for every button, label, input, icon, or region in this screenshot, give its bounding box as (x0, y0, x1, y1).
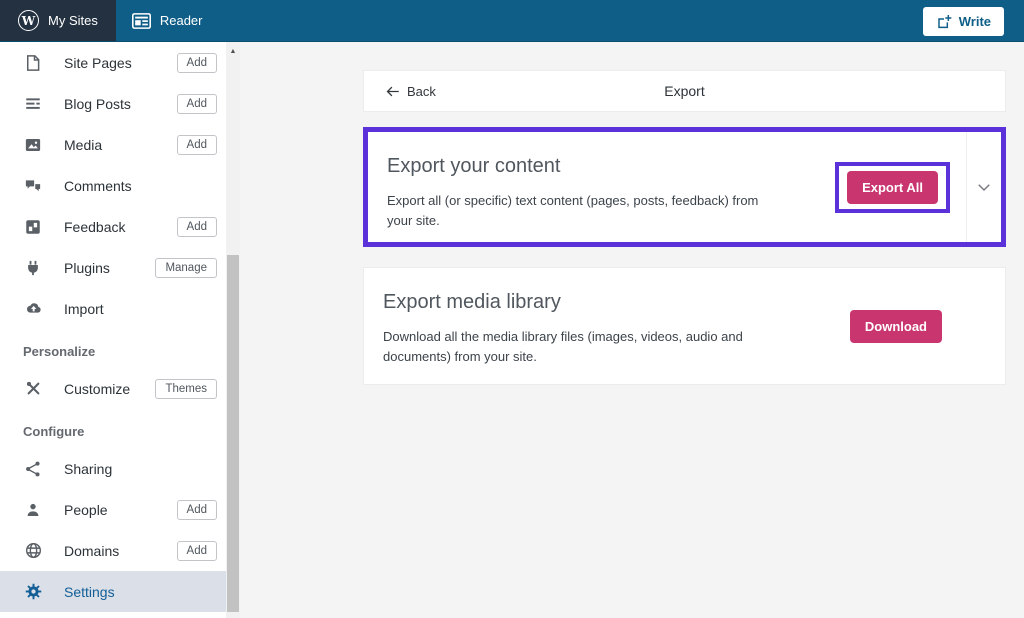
add-domain-button[interactable]: Add (176, 540, 217, 561)
sidebar-item-feedback[interactable]: Feedback Add (0, 206, 226, 247)
person-icon (23, 500, 43, 520)
sidebar-item-label: Media (64, 136, 103, 153)
sidebar-item-label: Domains (64, 542, 120, 559)
plugin-icon (23, 258, 43, 278)
sidebar-section-configure: Configure (23, 424, 85, 439)
export-content-text: Export your content Export all (or speci… (368, 132, 835, 242)
sidebar-item-customize[interactable]: Customize Themes (0, 368, 226, 409)
sidebar-scrollbar[interactable]: ▲ (226, 42, 240, 618)
export-content-actions: Export All (835, 132, 1001, 242)
sidebar-item-settings[interactable]: Settings (0, 571, 226, 612)
sidebar-item-import[interactable]: Import (0, 288, 226, 329)
reader-label: Reader (159, 13, 203, 28)
posts-icon (23, 94, 43, 114)
sidebar-item-label: Feedback (64, 218, 126, 235)
scrollbar-thumb[interactable] (227, 255, 239, 612)
wordpress-logo-icon: W (18, 10, 39, 31)
export-all-button[interactable]: Export All (847, 170, 938, 204)
chevron-down-icon (975, 178, 993, 196)
add-blog-post-button[interactable]: Add (176, 93, 217, 114)
page-title: Export (664, 83, 705, 99)
sidebar-item-label: Comments (64, 177, 132, 194)
globe-icon (23, 541, 43, 561)
back-arrow-icon (385, 84, 400, 99)
manage-plugins-button[interactable]: Manage (155, 257, 217, 278)
export-content-annotation-box: Export your content Export all (or speci… (363, 127, 1006, 247)
write-button[interactable]: Write (922, 7, 1004, 36)
sidebar-item-sharing[interactable]: Sharing (0, 448, 226, 489)
share-icon (23, 459, 43, 479)
sidebar-section-personalize: Personalize (23, 344, 96, 359)
scrollbar-up-arrow[interactable]: ▲ (226, 45, 240, 57)
comments-icon (23, 176, 43, 196)
download-button[interactable]: Download (849, 309, 942, 343)
export-content-description: Export all (or specific) text content (p… (387, 193, 759, 229)
sidebar-item-media[interactable]: Media Add (0, 124, 226, 165)
export-media-title: Export media library (383, 291, 561, 313)
masthead: W My Sites Reader Write (0, 0, 1024, 42)
export-media-description: Download all the media library files (im… (383, 329, 743, 365)
create-post-icon (936, 14, 952, 30)
reader-icon (131, 12, 151, 29)
sidebar-item-comments[interactable]: Comments (0, 165, 226, 206)
export-content-card: Export your content Export all (or speci… (368, 132, 1001, 242)
back-label: Back (407, 83, 436, 99)
sidebar-item-plugins[interactable]: Plugins Manage (0, 247, 226, 288)
write-label: Write (958, 14, 991, 29)
export-all-annotation-box: Export All (835, 161, 950, 213)
tab-reader[interactable]: Reader (116, 0, 219, 41)
export-media-text: Export media library Download all the me… (364, 268, 850, 384)
sidebar-item-label: People (64, 501, 108, 518)
feedback-icon (23, 217, 43, 237)
media-icon (23, 135, 43, 155)
my-sites-label: My Sites (48, 13, 98, 28)
wordpress-admin: W My Sites Reader Write Site Pages Add B… (0, 0, 1024, 618)
sidebar-item-label: Settings (64, 583, 115, 600)
back-button[interactable]: Back (364, 84, 436, 99)
export-media-card: Export media library Download all the me… (363, 267, 1006, 385)
themes-button[interactable]: Themes (155, 378, 217, 399)
tab-my-sites[interactable]: W My Sites (0, 0, 116, 41)
sidebar-item-people[interactable]: People Add (0, 489, 226, 530)
sidebar-item-label: Blog Posts (64, 95, 131, 112)
sidebar: Site Pages Add Blog Posts Add Media Add … (0, 42, 226, 618)
add-site-page-button[interactable]: Add (176, 52, 217, 73)
page-icon (23, 53, 43, 73)
sidebar-item-domains[interactable]: Domains Add (0, 530, 226, 571)
add-media-button[interactable]: Add (176, 134, 217, 155)
sidebar-item-site-pages[interactable]: Site Pages Add (0, 42, 226, 83)
export-page-header: Back Export (363, 70, 1006, 112)
main-content: Back Export Export your content Export a… (240, 42, 1024, 618)
add-people-button[interactable]: Add (176, 499, 217, 520)
sidebar-item-label: Import (64, 300, 104, 317)
sidebar-item-label: Site Pages (64, 54, 132, 71)
sidebar-item-blog-posts[interactable]: Blog Posts Add (0, 83, 226, 124)
sidebar-item-label: Plugins (64, 259, 110, 276)
export-content-expand[interactable] (966, 132, 1001, 242)
cloud-upload-icon (23, 299, 43, 319)
sidebar-item-label: Customize (64, 380, 131, 397)
gear-icon (23, 582, 43, 602)
export-content-title: Export your content (387, 155, 561, 177)
export-media-actions: Download (849, 268, 1005, 384)
add-feedback-button[interactable]: Add (176, 216, 217, 237)
customize-tools-icon (23, 379, 43, 399)
sidebar-item-label: Sharing (64, 460, 113, 477)
